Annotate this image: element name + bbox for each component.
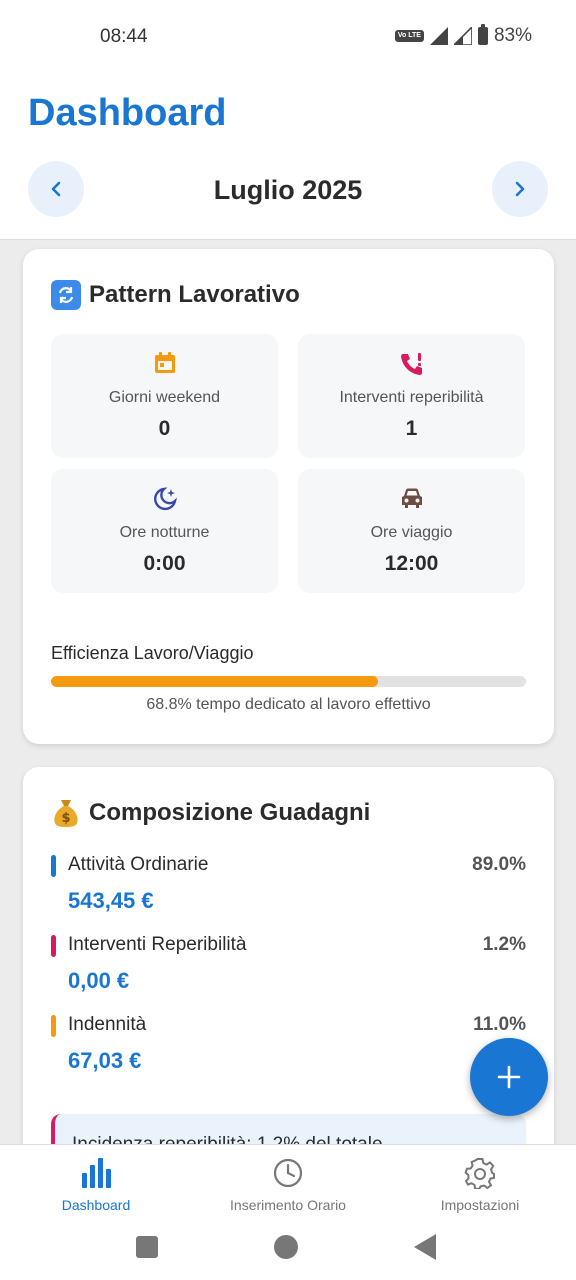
stat-label: Ore viaggio bbox=[370, 524, 453, 541]
stat-weekend-days: Giorni weekend 0 bbox=[51, 334, 278, 458]
status-time: 08:44 bbox=[100, 26, 148, 47]
row-name: Interventi Reperibilità bbox=[68, 934, 247, 955]
money-bag-emoji-icon: $ bbox=[51, 798, 81, 828]
tab-settings[interactable]: Impostazioni bbox=[384, 1155, 576, 1213]
status-icons: Vo LTE 83% bbox=[394, 24, 532, 47]
row-percent: 1.2% bbox=[482, 934, 526, 955]
row-color-marker bbox=[51, 855, 56, 877]
row-amount: 0,00 € bbox=[68, 968, 130, 993]
efficiency-note: 68.8% tempo dedicato al lavoro effettivo bbox=[146, 696, 431, 713]
back-button[interactable] bbox=[414, 1234, 436, 1260]
row-color-marker bbox=[51, 935, 56, 957]
efficiency-progress-bar bbox=[51, 676, 526, 687]
clock-icon bbox=[273, 1158, 303, 1188]
volte-icon: Vo LTE bbox=[394, 30, 424, 42]
add-entry-fab[interactable] bbox=[470, 1038, 548, 1116]
app-header: Dashboard Luglio 2025 bbox=[0, 72, 576, 240]
efficiency-progress-fill bbox=[51, 676, 378, 687]
stat-label: Giorni weekend bbox=[108, 389, 221, 406]
earnings-row-ordinary: Attività Ordinarie 89.0% 543,45 € bbox=[51, 853, 526, 917]
stat-night-hours: Ore notturne 0:00 bbox=[51, 469, 278, 593]
stat-value: 1 bbox=[405, 417, 418, 440]
plus-icon bbox=[497, 1065, 521, 1089]
stat-oncall-interventions: Interventi reperibilità 1 bbox=[298, 334, 525, 458]
moon-star-icon bbox=[153, 487, 177, 511]
current-month: Luglio 2025 bbox=[213, 175, 363, 205]
chevron-right-icon bbox=[515, 181, 525, 197]
system-navigation-bar bbox=[0, 1220, 576, 1280]
next-month-button[interactable] bbox=[492, 161, 548, 217]
battery-icon bbox=[477, 24, 488, 45]
stat-label: Ore notturne bbox=[119, 524, 210, 541]
tab-label: Inserimento Orario bbox=[230, 1197, 346, 1213]
battery-percent: 83% bbox=[493, 25, 532, 46]
stat-travel-hours: Ore viaggio 12:00 bbox=[298, 469, 525, 593]
calendar-icon bbox=[154, 352, 175, 373]
earnings-row-oncall: Interventi Reperibilità 1.2% 0,00 € bbox=[51, 933, 526, 997]
recents-button[interactable] bbox=[136, 1236, 158, 1258]
earnings-title: $ Composizione Guadagni bbox=[51, 798, 370, 828]
refresh-emoji-icon bbox=[51, 280, 81, 310]
earnings-row-allowance: Indennità 11.0% 67,03 € bbox=[51, 1013, 526, 1077]
stat-value: 0:00 bbox=[143, 552, 186, 575]
stat-value: 0 bbox=[158, 417, 171, 440]
efficiency-label: Efficienza Lavoro/Viaggio bbox=[51, 643, 254, 663]
pattern-title-text: Pattern Lavorativo bbox=[89, 281, 300, 308]
earnings-title-text: Composizione Guadagni bbox=[89, 799, 371, 826]
home-button[interactable] bbox=[274, 1235, 298, 1259]
page-title: Dashboard bbox=[28, 92, 227, 134]
row-amount: 67,03 € bbox=[68, 1048, 142, 1073]
row-name: Indennità bbox=[68, 1014, 147, 1035]
tab-label: Dashboard bbox=[61, 1197, 131, 1213]
bar-chart-icon bbox=[82, 1158, 111, 1188]
gear-icon bbox=[464, 1158, 495, 1189]
row-name: Attività Ordinarie bbox=[68, 854, 209, 875]
phone-alert-icon bbox=[400, 353, 422, 375]
stat-label: Interventi reperibilità bbox=[339, 389, 484, 406]
row-percent: 89.0% bbox=[472, 854, 526, 875]
earnings-card: $ Composizione Guadagni Attività Ordinar… bbox=[23, 767, 554, 1187]
signal-weak-icon bbox=[453, 27, 472, 45]
tab-time-entry[interactable]: Inserimento Orario bbox=[192, 1155, 384, 1213]
signal-icon bbox=[429, 27, 448, 45]
row-color-marker bbox=[51, 1015, 56, 1037]
car-icon bbox=[401, 488, 422, 508]
status-bar: 08:44 Vo LTE 83% bbox=[0, 0, 576, 72]
row-percent: 11.0% bbox=[473, 1014, 526, 1035]
bottom-navigation: Dashboard Inserimento Orario Impostazion… bbox=[0, 1144, 576, 1220]
tab-label: Impostazioni bbox=[440, 1197, 520, 1213]
tab-dashboard[interactable]: Dashboard bbox=[0, 1155, 192, 1213]
row-amount: 543,45 € bbox=[68, 888, 154, 913]
pattern-title: Pattern Lavorativo bbox=[51, 280, 300, 310]
stat-value: 12:00 bbox=[384, 552, 439, 575]
svg-text:$: $ bbox=[61, 811, 70, 826]
pattern-card: Pattern Lavorativo Giorni weekend 0 Inte… bbox=[23, 249, 554, 744]
